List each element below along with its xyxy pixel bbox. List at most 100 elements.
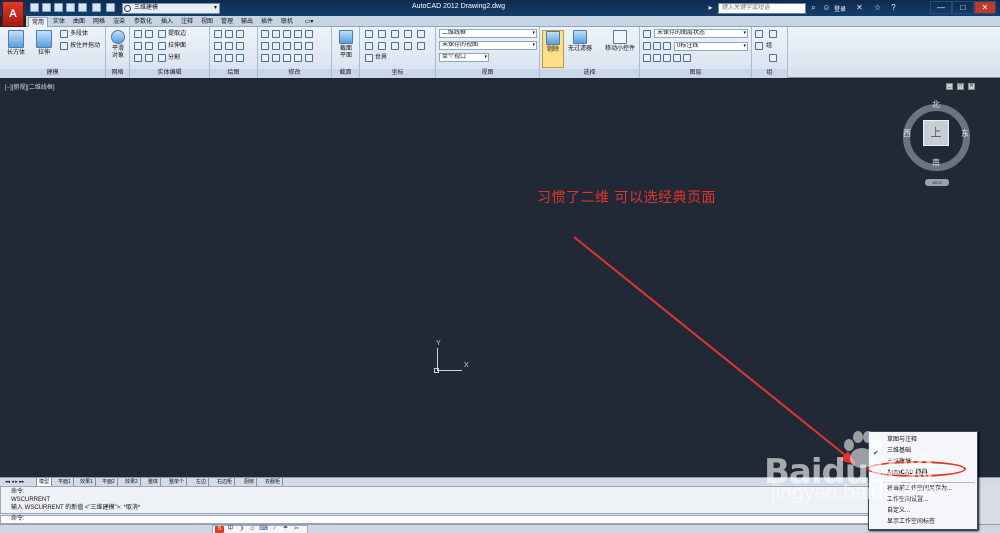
save-as-icon[interactable] (66, 3, 75, 12)
scale-icon[interactable] (272, 42, 280, 50)
ucs-y-icon[interactable] (404, 30, 412, 38)
drawing-area[interactable]: [−][俯视][二维线框] _ □ ✕ 上 北 南 东 西 WCS Y X 习惯… (0, 79, 1000, 477)
stretch-icon[interactable] (283, 42, 291, 50)
sun-icon[interactable] (653, 42, 661, 50)
world-label[interactable]: 世界 (375, 54, 387, 62)
polysolid-label[interactable]: 多段体 (70, 30, 88, 38)
user-icon[interactable]: ☺ (821, 3, 832, 13)
extract-edges-label[interactable]: 提取边 (168, 30, 186, 38)
extrude-button[interactable]: 拉伸 (31, 30, 57, 57)
layer-off-icon[interactable] (653, 54, 661, 62)
layer-properties-icon[interactable] (643, 30, 651, 38)
panel-label-modeling[interactable]: 建模 (0, 69, 105, 78)
rotate-icon[interactable] (261, 42, 269, 50)
viewport-select[interactable]: 单个视口 ▾ (439, 53, 489, 62)
search-icon[interactable]: ⌕ (808, 3, 819, 13)
ucs-origin-icon[interactable] (378, 30, 386, 38)
layer-isolate-icon[interactable] (663, 54, 671, 62)
tab-output[interactable]: 输出 (238, 17, 256, 27)
tab-insert[interactable]: 插入 (158, 17, 176, 27)
ucs-face-icon[interactable] (391, 42, 399, 50)
spline-icon[interactable] (214, 42, 222, 50)
slice-icon[interactable] (145, 54, 153, 62)
polyline-icon[interactable] (225, 30, 233, 38)
trim-icon[interactable] (305, 30, 313, 38)
tab-view[interactable]: 视图 (198, 17, 216, 27)
culling-button[interactable]: 剔除 (542, 30, 564, 68)
ime-chinese-mode-icon[interactable]: 中 (226, 526, 235, 533)
tab-home[interactable]: 常用 (28, 17, 48, 27)
erase-icon[interactable] (283, 54, 291, 62)
presspull-label[interactable]: 按住并拖动 (70, 42, 100, 50)
ucs-zaxis-icon[interactable] (417, 42, 425, 50)
ucs-3point-icon[interactable] (404, 42, 412, 50)
expand-search-icon[interactable]: ▸ (705, 3, 716, 13)
panel-label-modify[interactable]: 修改 (258, 69, 331, 78)
favorites-icon[interactable]: ☆ (872, 3, 883, 13)
layer-select[interactable]: 0标注线 ▾ (674, 42, 748, 51)
ime-emoji-icon[interactable]: ☺ (248, 526, 257, 533)
ime-keyboard-icon[interactable]: ⌨ (259, 526, 268, 533)
separate-icon[interactable] (158, 54, 166, 62)
ime-skin-icon[interactable]: ☂ (281, 526, 290, 533)
group-select-icon[interactable] (769, 54, 777, 62)
smooth-object-button[interactable]: 平滑 对象 (106, 30, 130, 60)
login-link[interactable]: 登录 (834, 4, 846, 13)
sogou-logo-icon[interactable]: S (215, 526, 224, 533)
panel-label-solid-edit[interactable]: 实体编辑 (130, 69, 209, 78)
minimize-button[interactable]: — (930, 1, 952, 14)
ucs-icon[interactable] (365, 30, 373, 38)
panel-label-section[interactable]: 截面 (332, 69, 359, 78)
tab-online[interactable]: 联机 (278, 17, 296, 27)
polygon-icon[interactable] (214, 54, 222, 62)
intersect-icon[interactable] (134, 54, 142, 62)
explode-icon[interactable] (261, 54, 269, 62)
layer-freeze-icon[interactable] (673, 54, 681, 62)
print-icon[interactable] (78, 3, 87, 12)
tab-plugins[interactable]: 插件 (258, 17, 276, 27)
ime-tools-icon[interactable]: ✂ (292, 526, 301, 533)
extrude-faces-icon[interactable] (158, 42, 166, 50)
box-button[interactable]: 长方体 (3, 30, 29, 57)
group-edit-icon[interactable] (755, 42, 763, 50)
extract-edges-icon[interactable] (158, 30, 166, 38)
group-icon[interactable] (755, 30, 763, 38)
close-button[interactable]: ✕ (974, 1, 996, 14)
menu-item-show-workspace-label[interactable]: 显示工作空间标签 (887, 518, 935, 527)
open-icon[interactable] (42, 3, 51, 12)
search-input[interactable]: 键入关键字或短语 (718, 3, 806, 14)
polysolid-icon[interactable] (60, 30, 68, 38)
redo-icon[interactable] (106, 3, 115, 12)
lock-icon[interactable] (663, 42, 671, 50)
align-icon[interactable] (272, 54, 280, 62)
named-view-select[interactable]: 未保存的视图 ▾ (439, 41, 537, 50)
3d-rotate-icon[interactable] (305, 54, 313, 62)
tab-parametric[interactable]: 参数化 (130, 17, 156, 27)
menu-item-customize[interactable]: 自定义... (887, 507, 910, 516)
hatch-icon[interactable] (236, 54, 244, 62)
group-label[interactable]: 组 (766, 42, 772, 50)
visual-style-select[interactable]: 二维线框 ▾ (439, 29, 537, 38)
ucs-x-icon[interactable] (391, 30, 399, 38)
ime-user-icon[interactable]: ♂ (270, 526, 279, 533)
panel-label-coordinates[interactable]: 坐标 (360, 69, 435, 78)
panel-label-layers[interactable]: 图层 (640, 69, 751, 78)
no-filter-button[interactable]: 无过滤器 (566, 30, 594, 53)
offset-icon[interactable] (305, 42, 313, 50)
ucs-z-icon[interactable] (417, 30, 425, 38)
panel-label-mesh[interactable]: 网格 (106, 69, 129, 78)
copy-icon[interactable] (272, 30, 280, 38)
panel-label-groups[interactable]: 组 (752, 69, 787, 78)
array-icon[interactable] (294, 42, 302, 50)
tab-mesh[interactable]: 网格 (90, 17, 108, 27)
world-ucs-icon[interactable] (365, 54, 373, 62)
move-gizmo-button[interactable]: 移动小控件 (602, 30, 638, 53)
fillet-icon[interactable] (294, 30, 302, 38)
extrude-faces-label[interactable]: 拉伸面 (168, 42, 186, 50)
panel-label-selection[interactable]: 选择 (540, 69, 639, 78)
3d-move-icon[interactable] (294, 54, 302, 62)
workspace-select[interactable]: 三维建模 ▾ (122, 3, 220, 14)
move-icon[interactable] (261, 30, 269, 38)
tab-render[interactable]: 渲染 (110, 17, 128, 27)
arc-icon[interactable] (236, 30, 244, 38)
